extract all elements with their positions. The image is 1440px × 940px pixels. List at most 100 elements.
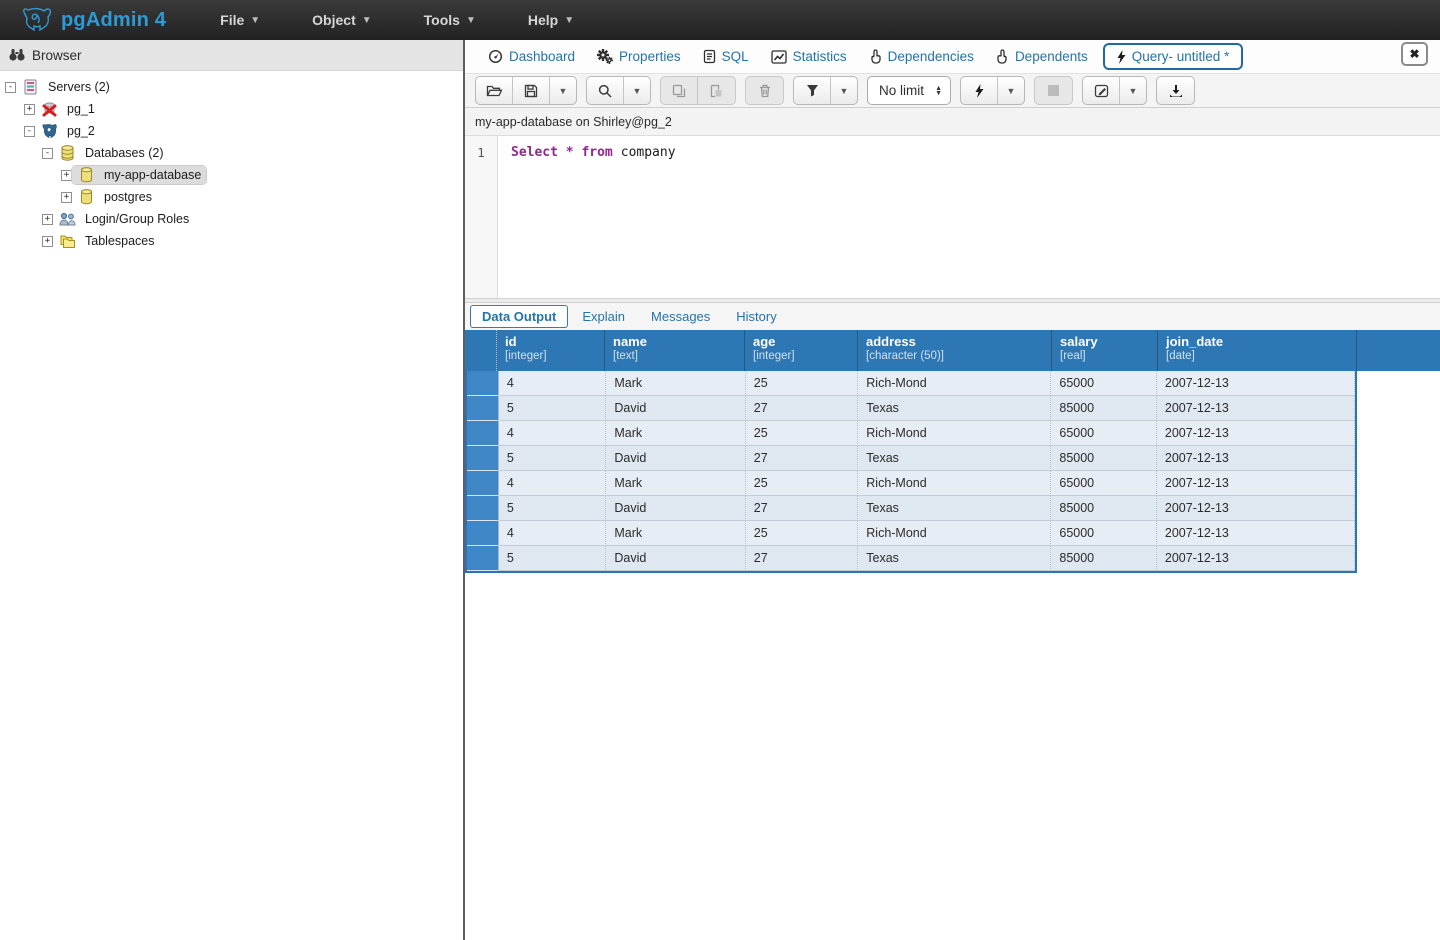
cell-join_date[interactable]: 2007-12-13 — [1157, 446, 1355, 471]
tree-item-postgres[interactable]: + postgres — [0, 186, 463, 208]
row-selector[interactable] — [467, 496, 499, 521]
execute-options-button[interactable]: ▼ — [998, 77, 1024, 104]
row-selector[interactable] — [467, 446, 499, 471]
tab-explain[interactable]: Explain — [570, 306, 637, 327]
expand-expander-icon[interactable]: + — [61, 192, 72, 203]
cell-age[interactable]: 27 — [746, 496, 859, 521]
cell-id[interactable]: 4 — [499, 371, 607, 396]
menu-object[interactable]: Object▼ — [286, 12, 397, 28]
cell-join_date[interactable]: 2007-12-13 — [1157, 496, 1355, 521]
tab-messages[interactable]: Messages — [639, 306, 722, 327]
expand-expander-icon[interactable]: + — [61, 170, 72, 181]
tab-statistics[interactable]: Statistics — [760, 44, 858, 69]
filter-options-button[interactable]: ▼ — [831, 77, 857, 104]
cell-name[interactable]: David — [606, 546, 745, 571]
cell-join_date[interactable]: 2007-12-13 — [1157, 521, 1355, 546]
tree-item-pg2[interactable]: - pg_2 — [0, 120, 463, 142]
cell-address[interactable]: Texas — [858, 446, 1051, 471]
tab-sql[interactable]: SQL — [692, 44, 760, 69]
execute-query-button[interactable] — [961, 77, 998, 104]
tab-dependencies[interactable]: Dependencies — [858, 44, 985, 69]
row-selector[interactable] — [467, 521, 499, 546]
cell-salary[interactable]: 85000 — [1051, 446, 1157, 471]
filter-button[interactable] — [794, 77, 831, 104]
tab-query[interactable]: Query- untitled * — [1103, 43, 1244, 70]
expand-expander-icon[interactable]: + — [42, 236, 53, 247]
cell-address[interactable]: Rich-Mond — [858, 521, 1051, 546]
row-selector[interactable] — [467, 396, 499, 421]
cell-salary[interactable]: 65000 — [1051, 471, 1157, 496]
cell-address[interactable]: Rich-Mond — [858, 421, 1051, 446]
download-results-button[interactable] — [1157, 77, 1194, 104]
row-selector[interactable] — [467, 546, 499, 571]
tab-history[interactable]: History — [724, 306, 788, 327]
cell-name[interactable]: David — [606, 446, 745, 471]
collapse-expander-icon[interactable]: - — [24, 126, 35, 137]
cell-salary[interactable]: 65000 — [1051, 371, 1157, 396]
edit-options-button[interactable]: ▼ — [1120, 77, 1146, 104]
expand-expander-icon[interactable]: + — [42, 214, 53, 225]
row-limit-select[interactable]: No limit ▲▼ — [867, 76, 951, 105]
collapse-expander-icon[interactable]: - — [5, 82, 16, 93]
cell-address[interactable]: Texas — [858, 546, 1051, 571]
find-options-button[interactable]: ▼ — [624, 77, 650, 104]
cell-join_date[interactable]: 2007-12-13 — [1157, 471, 1355, 496]
cell-name[interactable]: Mark — [606, 471, 745, 496]
cell-id[interactable]: 4 — [499, 471, 607, 496]
tree-item-tablespaces[interactable]: + Tablespaces — [0, 230, 463, 252]
cell-name[interactable]: Mark — [606, 371, 745, 396]
column-header-address[interactable]: address[character (50)] — [858, 330, 1052, 371]
cell-id[interactable]: 4 — [499, 421, 607, 446]
cell-age[interactable]: 25 — [746, 371, 859, 396]
cell-salary[interactable]: 65000 — [1051, 521, 1157, 546]
collapse-expander-icon[interactable]: - — [42, 148, 53, 159]
cell-age[interactable]: 27 — [746, 546, 859, 571]
cell-address[interactable]: Texas — [858, 496, 1051, 521]
cell-age[interactable]: 25 — [746, 521, 859, 546]
column-header-name[interactable]: name[text] — [605, 330, 745, 371]
expand-expander-icon[interactable]: + — [24, 104, 35, 115]
cell-name[interactable]: Mark — [606, 421, 745, 446]
column-header-salary[interactable]: salary[real] — [1052, 330, 1158, 371]
edit-button[interactable] — [1083, 77, 1120, 104]
find-button[interactable] — [587, 77, 624, 104]
tree-item-pg1[interactable]: + pg_1 — [0, 98, 463, 120]
cell-salary[interactable]: 85000 — [1051, 496, 1157, 521]
cell-salary[interactable]: 65000 — [1051, 421, 1157, 446]
cell-name[interactable]: Mark — [606, 521, 745, 546]
menu-file[interactable]: File▼ — [194, 12, 286, 28]
open-file-button[interactable] — [476, 77, 513, 104]
cell-salary[interactable]: 85000 — [1051, 546, 1157, 571]
tree-item-servers[interactable]: - Servers (2) — [0, 76, 463, 98]
tree-item-databases[interactable]: - Databases (2) — [0, 142, 463, 164]
cell-name[interactable]: David — [606, 396, 745, 421]
row-selector[interactable] — [467, 371, 499, 396]
save-options-button[interactable]: ▼ — [550, 77, 576, 104]
tab-dashboard[interactable]: Dashboard — [477, 44, 586, 69]
cell-age[interactable]: 25 — [746, 421, 859, 446]
close-panel-button[interactable]: ✖ — [1401, 42, 1428, 66]
cell-join_date[interactable]: 2007-12-13 — [1157, 396, 1355, 421]
cell-id[interactable]: 5 — [499, 446, 607, 471]
cell-id[interactable]: 4 — [499, 521, 607, 546]
tab-properties[interactable]: Properties — [586, 44, 692, 69]
cell-address[interactable]: Rich-Mond — [858, 471, 1051, 496]
cell-join_date[interactable]: 2007-12-13 — [1157, 371, 1355, 396]
tab-data-output[interactable]: Data Output — [470, 305, 568, 328]
column-header-age[interactable]: age[integer] — [745, 330, 858, 371]
sql-editor[interactable]: 1 Select * fromcompany — [465, 136, 1440, 298]
cell-id[interactable]: 5 — [499, 496, 607, 521]
cell-name[interactable]: David — [606, 496, 745, 521]
column-header-join-date[interactable]: join_date[date] — [1158, 330, 1357, 371]
save-file-button[interactable] — [513, 77, 550, 104]
column-header-id[interactable]: id[integer] — [497, 330, 605, 371]
menu-help[interactable]: Help▼ — [502, 12, 600, 28]
editor-code-area[interactable]: Select * fromcompany — [498, 136, 1440, 298]
cell-join_date[interactable]: 2007-12-13 — [1157, 546, 1355, 571]
cell-join_date[interactable]: 2007-12-13 — [1157, 421, 1355, 446]
tab-dependents[interactable]: Dependents — [985, 44, 1099, 69]
cell-age[interactable]: 27 — [746, 446, 859, 471]
tree-item-my-app-database[interactable]: + my-app-database — [0, 164, 463, 186]
cell-age[interactable]: 27 — [746, 396, 859, 421]
cell-salary[interactable]: 85000 — [1051, 396, 1157, 421]
